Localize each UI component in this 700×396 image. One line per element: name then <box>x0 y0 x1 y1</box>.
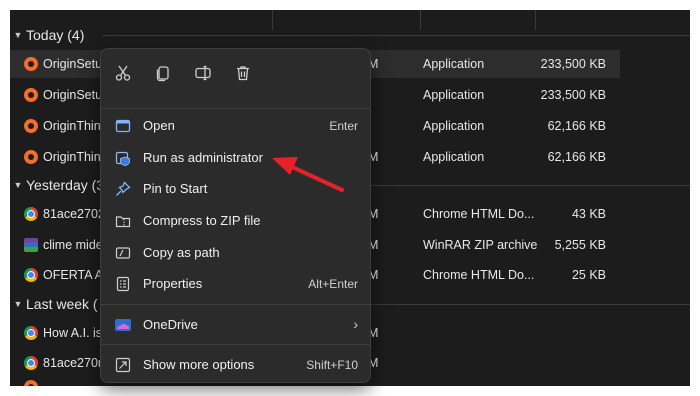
group-header-today[interactable]: ▼ Today (4) <box>10 22 85 48</box>
file-size: 25 KB <box>571 268 606 282</box>
chrome-icon <box>24 356 38 370</box>
column-header-strip <box>10 10 690 30</box>
menu-item-shortcut: Shift+F10 <box>306 358 358 372</box>
origin-icon <box>24 57 38 71</box>
file-type: Application <box>423 150 485 164</box>
file-size: 5,255 KB <box>554 238 606 252</box>
pin-icon <box>114 180 132 198</box>
file-size: 43 KB <box>571 207 606 221</box>
menu-item-copy-as-path[interactable]: Copy as path <box>105 238 366 268</box>
menu-item-label: Compress to ZIP file <box>143 213 261 228</box>
file-type: Application <box>423 119 485 133</box>
file-type: WinRAR ZIP archive <box>423 238 538 252</box>
origin-icon <box>24 88 38 102</box>
chevron-down-icon: ▼ <box>13 30 23 40</box>
group-header-yesterday[interactable]: ▼ Yesterday (3 <box>10 172 105 198</box>
context-menu-toolbar <box>101 57 370 91</box>
file-size: 233,500 KB <box>540 88 606 102</box>
file-size: 62,166 KB <box>547 119 606 133</box>
chrome-icon <box>24 326 38 340</box>
file-name: clime mide <box>43 238 103 252</box>
menu-item-label: Pin to Start <box>143 181 208 196</box>
copy-button[interactable] <box>147 57 179 89</box>
menu-item-label: Properties <box>143 276 203 291</box>
origin-icon <box>24 119 38 133</box>
delete-button[interactable] <box>227 57 259 89</box>
file-type: Chrome HTML Do... <box>423 207 535 221</box>
column-divider <box>272 10 273 30</box>
file-name: How A.I. is <box>43 326 103 340</box>
context-menu: Open Enter Run as administrator Pin to S… <box>100 48 371 383</box>
group-label: Last week ( <box>26 296 98 312</box>
file-type: Chrome HTML Do... <box>423 268 535 282</box>
menu-item-properties[interactable]: Properties Alt+Enter <box>105 269 366 299</box>
origin-icon <box>24 380 38 386</box>
menu-item-shortcut: Alt+Enter <box>308 277 358 291</box>
menu-item-label: Run as administrator <box>143 150 263 165</box>
copy-icon <box>156 66 169 82</box>
properties-icon <box>114 275 132 293</box>
menu-item-show-more-options[interactable]: Show more options Shift+F10 <box>105 350 366 380</box>
chrome-icon <box>24 207 38 221</box>
file-type: Application <box>423 88 485 102</box>
group-divider <box>102 35 690 36</box>
group-header-last-week[interactable]: ▼ Last week ( <box>10 291 98 317</box>
rename-button[interactable] <box>187 57 219 89</box>
chevron-down-icon: ▼ <box>13 299 23 309</box>
file-type: Application <box>423 57 485 71</box>
cut-icon <box>115 65 131 81</box>
annotation-arrow <box>272 157 344 192</box>
shield-icon <box>114 149 132 167</box>
cut-button[interactable] <box>107 57 139 89</box>
menu-item-onedrive[interactable]: OneDrive › <box>105 310 366 340</box>
onedrive-icon <box>114 316 132 334</box>
menu-separator <box>101 304 370 305</box>
winrar-icon <box>24 238 38 252</box>
menu-separator <box>101 344 370 345</box>
group-label: Yesterday (3 <box>26 177 105 193</box>
chevron-right-icon: › <box>353 316 358 332</box>
menu-item-compress-to-zip[interactable]: Compress to ZIP file <box>105 206 366 236</box>
chrome-icon <box>24 268 38 282</box>
delete-icon <box>237 66 249 81</box>
menu-item-shortcut: Enter <box>329 119 358 133</box>
column-divider <box>535 10 536 30</box>
copy-path-icon <box>114 244 132 262</box>
menu-item-label: Open <box>143 118 175 133</box>
menu-item-label: Show more options <box>143 357 255 372</box>
chevron-down-icon: ▼ <box>13 180 23 190</box>
rename-icon <box>195 65 211 81</box>
file-name: 81ace270m <box>43 356 109 370</box>
column-divider <box>420 10 421 30</box>
zip-icon <box>114 212 132 230</box>
open-icon <box>114 117 132 135</box>
group-label: Today (4) <box>26 27 85 43</box>
menu-item-open[interactable]: Open Enter <box>105 111 366 141</box>
file-size: 233,500 KB <box>540 57 606 71</box>
more-options-icon <box>114 356 132 374</box>
menu-separator <box>101 108 370 109</box>
file-size: 62,166 KB <box>547 150 606 164</box>
menu-item-label: OneDrive <box>143 317 198 332</box>
origin-icon <box>24 150 38 164</box>
menu-item-label: Copy as path <box>143 245 220 260</box>
